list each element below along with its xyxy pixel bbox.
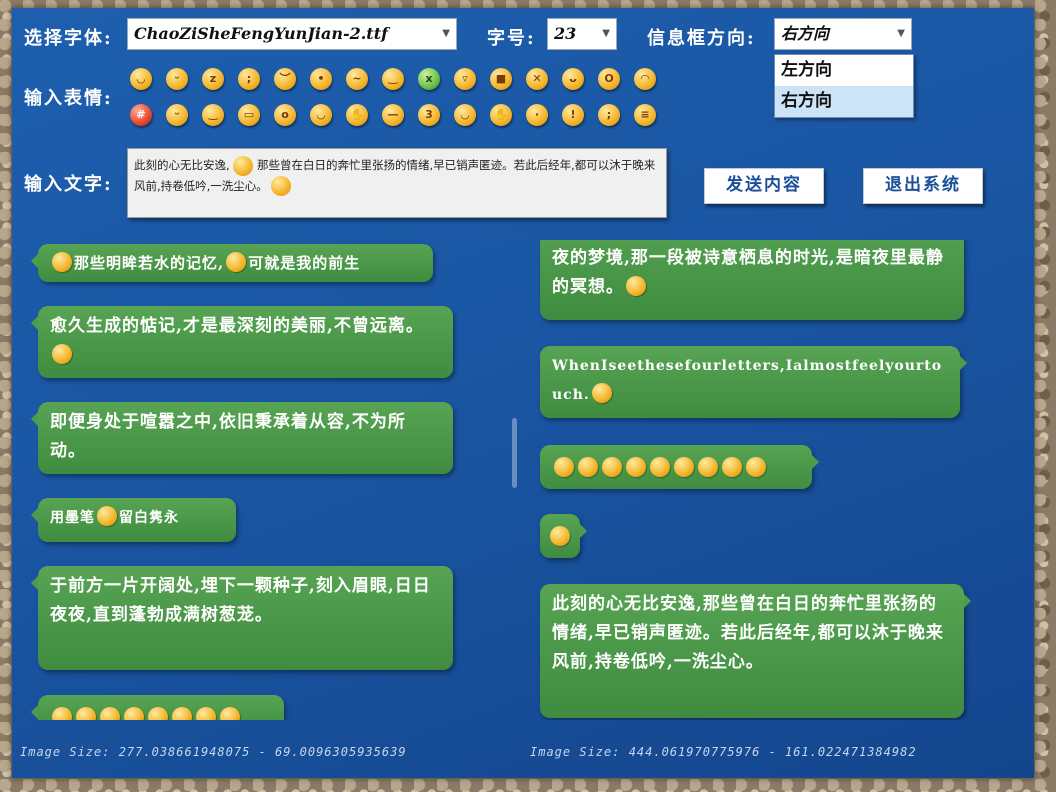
chevron-down-icon[interactable]: ▼ [602,19,610,49]
left-image-size: Image Size: 277.038661948075 - 69.009630… [20,745,407,759]
chat-bubble: 即便身处于喧嚣之中,依旧秉承着从容,不为所动。 [31,402,453,474]
emoji-calm-icon[interactable]: ‿ [202,104,224,126]
emoji-wave-icon [550,526,570,546]
chat-bubble: 那些明眸若水的记忆, 可就是我的前生 [31,244,433,282]
emoji-angry-icon[interactable]: # [130,104,152,126]
chat-bubble: 于前方一片开阔处,埋下一颗种子,刻入眉眼,日日夜夜,直到蓬勃成满树葱茏。 [31,566,453,670]
right-image-size: Image Size: 444.061970775976 - 161.02247… [530,745,917,759]
direction-select-value: 右方向 [781,24,830,43]
size-select[interactable]: 23 ▼ [547,18,617,50]
emoji-hug-icon[interactable]: ✋ [346,104,368,126]
emoji-inline-icon [271,176,292,196]
left-chat-pane[interactable]: 那些明眸若水的记忆, 可就是我的前生 愈久生成的惦记,才是最深刻的美丽,不曾远离。… [12,240,512,720]
emoji-inline-icon [233,155,254,176]
emoji-tongue-icon [591,383,612,403]
emoji-smile-icon [602,457,622,477]
emoji-puppy-eyes-icon [226,252,247,272]
emoji-wink-icon [650,457,670,477]
emoji-teeth-icon [554,457,574,477]
emoji-smile-icon[interactable]: ◡ [130,68,152,90]
emoji-happy-icon[interactable]: ◠ [634,68,656,90]
emoji-tongue-icon [220,707,240,720]
chat-bubble: 愈久生成的惦记,才是最深刻的美丽,不曾远离。 [31,306,453,378]
emoji-calm-icon [746,457,766,477]
emoji-hug-icon [52,344,72,364]
emoji-wave-hand-icon[interactable]: ✋ [490,104,512,126]
font-label: 选择字体: [24,28,113,49]
exit-button[interactable]: 退出系统 [863,168,983,204]
emoji-blank-icon[interactable]: · [526,104,548,126]
emoji-content-icon[interactable]: ◡ [454,104,476,126]
font-select[interactable]: ChaoZiSheFengYunJian-2.ttf ▼ [127,18,457,50]
text-label: 输入文字: [24,174,113,195]
emoji-sick-icon[interactable]: x [418,68,440,90]
emoji-smile-icon [52,252,72,272]
emoji-sad-icon[interactable]: ︶ [274,68,296,90]
chat-bubble-emojis [31,695,284,720]
emoji-wave-icon[interactable]: ~ [346,68,368,90]
direction-dropdown: 左方向 右方向 [774,54,914,118]
emoji-laugh-icon[interactable]: ▿ [454,68,476,90]
emoji-sweat-icon[interactable]: ; [598,104,620,126]
emoji-grin-icon [97,506,117,526]
emoji-sleepy-icon[interactable]: z [202,68,224,90]
emoji-teeth-icon [124,707,144,720]
emoji-teeth-icon[interactable]: ▭ [238,104,260,126]
emoji-happy-icon [196,707,216,720]
emoji-puppy-eyes-icon [698,457,718,477]
emoji-puppy-eyes-icon [76,707,96,720]
chat-bubble-emoji [540,514,587,558]
chat-bubble: 此刻的心无比安逸,那些曾在白日的奔忙里张扬的情绪,早已销声匿迹。若此后经年,都可… [540,584,971,718]
emoji-puppy-eyes-icon [578,457,598,477]
right-chat-pane[interactable]: 夜的梦境,那一段被诗意栖息的时光,是暗夜里最静的冥想。 WhenIseethes… [524,240,1024,720]
emoji-puppy-eyes-icon [100,707,120,720]
direction-select[interactable]: 右方向 ▼ [774,18,912,50]
message-input-text-a: 此刻的心无比安逸, [134,158,230,172]
emoji-meh-icon[interactable]: — [382,104,404,126]
size-label: 字号: [487,28,536,49]
emoji-kiss-icon[interactable]: 3 [418,104,440,126]
main-window: 选择字体: ChaoZiSheFengYunJian-2.ttf ▼ 字号: 2… [12,8,1034,778]
chat-bubble: 用墨笔 留白隽永 [31,498,236,542]
send-button[interactable]: 发送内容 [704,168,824,204]
emoji-shy-icon[interactable]: • [310,68,332,90]
emoji-grin-icon [674,457,694,477]
emoji-grin-icon [172,707,192,720]
emoji-grin-icon[interactable]: ᵕ [166,68,188,90]
chevron-down-icon[interactable]: ▼ [442,19,450,49]
direction-option-right[interactable]: 右方向 [775,86,913,117]
emoji-cool-icon[interactable]: ■ [490,68,512,90]
emoji-label: 输入表情: [24,88,113,109]
emoji-tongue-icon[interactable]: ᴗ [562,68,584,90]
emoji-puppy-eyes-icon [626,276,646,296]
chat-bubble: 夜的梦境,那一段被诗意栖息的时光,是暗夜里最静的冥想。 [540,240,964,320]
emoji-scared-icon[interactable]: O [598,68,620,90]
emoji-shy-icon [626,457,646,477]
emoji-teeth-icon [722,457,742,477]
emoji-hurt-icon[interactable]: ✕ [526,68,548,90]
emoji-smirk-icon[interactable]: ᵕ [166,104,188,126]
chat-scrollbar[interactable] [512,418,517,488]
emoji-wave-icon [52,707,72,720]
emoji-shock-icon[interactable]: ! [562,104,584,126]
direction-option-left[interactable]: 左方向 [775,55,913,86]
chat-bubble: WhenIseethesefourletters,Ialmostfeelyour… [540,346,967,418]
emoji-cry-icon[interactable]: ; [238,68,260,90]
emoji-grimace-icon[interactable]: ≡ [634,104,656,126]
emoji-calm-icon [148,707,168,720]
emoji-blush-icon[interactable]: ◡ [310,104,332,126]
emoji-wink-icon[interactable]: ‿ [382,68,404,90]
font-select-value: ChaoZiSheFengYunJian-2.ttf [134,24,388,43]
chevron-down-icon[interactable]: ▼ [897,19,905,49]
chat-bubble-emojis [540,445,819,489]
emoji-puppy-eyes-icon[interactable]: o [274,104,296,126]
size-select-value: 23 [554,24,577,43]
message-input[interactable]: 此刻的心无比安逸, 那些曾在白日的奔忙里张扬的情绪,早已销声匿迹。若此后经年,都… [127,148,667,218]
direction-label: 信息框方向: [647,28,756,49]
